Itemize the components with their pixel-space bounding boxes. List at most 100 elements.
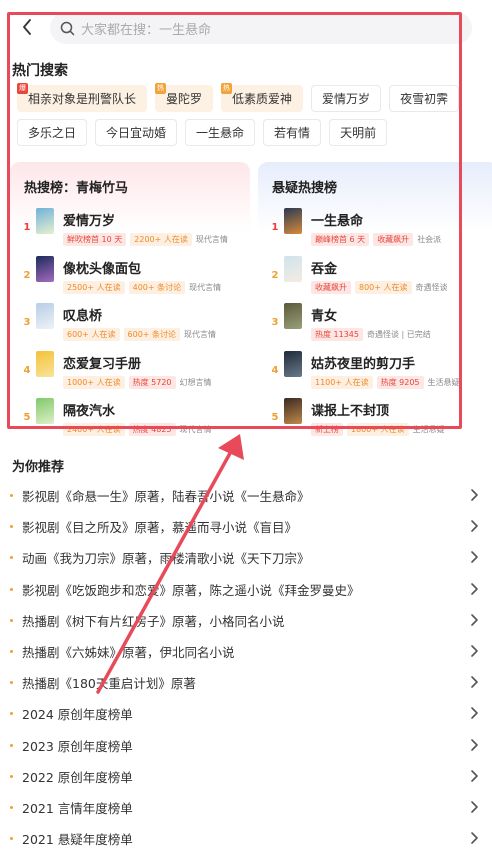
- bullet-icon: [10, 618, 13, 622]
- chevron-left-icon: [23, 19, 31, 35]
- recommend-list-item[interactable]: 动画《我为刀宗》原著，雨楼清歌小说《天下刀宗》: [0, 542, 492, 573]
- recommend-list-item[interactable]: 影视剧《吃饭跑步和恋爱》原著，陈之遥小说《拜金罗曼史》: [0, 574, 492, 605]
- hot-search-chip[interactable]: 夜雪初霁: [389, 85, 460, 112]
- book-stat-badge: 热度 5720: [128, 375, 176, 389]
- hot-search-chip[interactable]: 爱情万岁: [311, 85, 382, 112]
- rank-card-title: 热搜榜：青梅竹马: [24, 181, 129, 196]
- top-bar: 大家都在搜：一生悬命: [0, 0, 492, 56]
- back-button[interactable]: [16, 14, 38, 40]
- hot-search-chip[interactable]: 天明前: [329, 119, 388, 146]
- recommend-list-item[interactable]: 2024 原创年度榜单: [0, 698, 492, 729]
- rank-list-item[interactable]: 3 叹息桥 600+ 人在读 600+ 条讨论 现代言情: [10, 303, 250, 349]
- hot-search-chip[interactable]: 多乐之日: [17, 119, 88, 146]
- book-cover-image: [36, 208, 54, 234]
- book-title: 吞金: [311, 261, 338, 277]
- recommend-item-label: 影视剧《命悬一生》原著，陆春吾小说《一生悬命》: [22, 489, 310, 505]
- recommend-item-label: 2023 原创年度榜单: [22, 738, 133, 754]
- bullet-icon: [10, 774, 13, 778]
- book-cover-image: [284, 350, 302, 377]
- book-genre: 现代言情: [189, 282, 222, 292]
- chevron-right-icon: [471, 832, 478, 844]
- book-title: 姑苏夜里的剪刀手: [311, 356, 416, 372]
- rank-list-item[interactable]: 4 恋爱复习手册 1000+ 人在读 热度 5720 幻想言情: [10, 350, 250, 397]
- book-genre: 现代言情: [184, 330, 217, 339]
- bullet-icon: [10, 494, 13, 497]
- search-icon: [60, 21, 75, 35]
- book-cover-image: [36, 303, 54, 329]
- hot-search-chip[interactable]: 若有情: [263, 119, 322, 146]
- recommend-list-item[interactable]: 影视剧《命悬一生》原著，陆春吾小说《一生悬命》: [0, 480, 492, 511]
- recommend-item-label: 热播剧《六姊妹》原著，伊北同名小说: [22, 645, 235, 661]
- recommend-list-item[interactable]: 2021 言情年度榜单: [0, 792, 492, 823]
- book-stat-badge: 鲜吹榜首 10 天: [63, 233, 127, 246]
- hot-badge-icon: 爆: [17, 83, 28, 94]
- recommend-list-item[interactable]: 2022 原创年度榜单: [0, 761, 492, 792]
- recommend-list-item[interactable]: 2023 原创年度榜单: [0, 730, 492, 761]
- book-meta: 1000+ 人在读 热度 5720 幻想言情: [63, 375, 212, 389]
- search-placeholder: 大家都在搜：一生悬命: [81, 22, 212, 38]
- book-meta: 巅峰榜首 6 天收藏飙升 社会派: [311, 233, 441, 246]
- rank-card-romance[interactable]: 热搜榜：青梅竹马 1 爱情万岁 鲜吹榜首 10 天 2200+ 人在读 现代言情 2 像枕头…: [10, 162, 250, 437]
- hot-search-chip[interactable]: 热曼陀罗: [155, 83, 214, 112]
- rank-list-item[interactable]: 1 爱情万岁 鲜吹榜首 10 天 2200+ 人在读 现代言情: [10, 208, 250, 254]
- hot-search-chip-label: 若有情: [274, 126, 311, 140]
- recommend-item-label: 2022 原创年度榜单: [22, 769, 133, 785]
- recommend-item-label: 影视剧《吃饭跑步和恋爱》原著，陈之遥小说《拜金罗曼史》: [22, 582, 360, 598]
- chevron-right-icon: [471, 582, 478, 595]
- hot-search-chip-label: 曼陀罗: [166, 92, 203, 106]
- book-stat-badge: 2200+ 人在读: [130, 233, 192, 246]
- hot-search-title: 热门搜索: [12, 63, 68, 79]
- book-stat-badge: 热度 11345: [311, 328, 363, 341]
- rank-list-item[interactable]: 2 吞金 收藏飙升 800+ 人在读 奇遇怪谈: [258, 255, 492, 302]
- book-title: 爱情万岁: [63, 214, 116, 229]
- book-meta: 1100+ 人在读 热度 9205 生活悬疑: [311, 375, 460, 389]
- hot-search-chip[interactable]: 爆相亲对象是刑警队长: [17, 83, 148, 112]
- book-title: 一生悬命: [311, 214, 364, 229]
- rank-list-item[interactable]: 1 一生悬命 巅峰榜首 6 天收藏飙升 社会派: [258, 208, 492, 254]
- book-meta: 600+ 人在读 600+ 条讨论 现代言情: [63, 328, 216, 341]
- bullet-icon: [10, 837, 13, 841]
- recommend-list-item[interactable]: 热播剧《180天重启计划》原著: [0, 667, 492, 698]
- rank-card-mystery[interactable]: 悬疑热搜榜 1 一生悬命 巅峰榜首 6 天收藏飙升 社会派 2 吞金 收藏飙升 800+ 人在…: [258, 162, 492, 437]
- hot-search-chip[interactable]: 一生悬命: [185, 119, 256, 146]
- recommend-item-label: 2021 言情年度榜单: [22, 800, 133, 816]
- hot-search-chip-label: 一生悬命: [196, 126, 245, 140]
- hot-search-chip[interactable]: 热低素质爱神: [221, 83, 304, 112]
- chevron-right-icon: [471, 738, 478, 751]
- rank-list-item[interactable]: 4 姑苏夜里的剪刀手 1100+ 人在读 热度 9205 生活悬疑: [258, 350, 492, 397]
- book-title: 叹息桥: [63, 309, 103, 324]
- rank-list-item[interactable]: 5 隔夜汽水 2400+ 人在读 热度 4825 现代言情: [10, 398, 250, 437]
- rank-list-item[interactable]: 5 谍报上不封顶 新上榜 1800+ 人在读 生活悬疑: [258, 398, 492, 437]
- recommend-item-label: 动画《我为刀宗》原著，雨楼清歌小说《天下刀宗》: [22, 551, 310, 567]
- trending-badge-icon: 热: [155, 83, 167, 94]
- recommend-list-item[interactable]: 热播剧《树下有片红房子》原著，小格同名小说: [0, 605, 492, 636]
- recommend-list-item[interactable]: 热播剧《六姊妹》原著，伊北同名小说: [0, 636, 492, 667]
- book-genre: 现代言情: [179, 425, 212, 434]
- recommend-list-item[interactable]: 影视剧《目之所及》原著，慕遥而寻小说《盲目》: [0, 511, 492, 542]
- rank-number: 1: [23, 222, 31, 233]
- chevron-right-icon: [471, 769, 478, 782]
- book-title: 谍报上不封顶: [311, 404, 390, 419]
- hot-search-chip-label: 今日宜动婚: [106, 126, 167, 140]
- book-title: 像枕头像面包: [63, 261, 142, 277]
- book-stat-badge: 800+ 人在读: [355, 280, 412, 294]
- chevron-right-icon: [471, 676, 478, 688]
- bullet-icon: [10, 712, 13, 716]
- recommend-list-item[interactable]: 2021 悬疑年度榜单: [0, 823, 492, 853]
- book-stat-badge: 收藏飙升: [311, 280, 351, 294]
- book-genre: 社会派: [417, 235, 442, 244]
- book-meta: 热度 11345 奇遇怪谈 | 已完结: [311, 328, 431, 341]
- chevron-right-icon: [471, 489, 478, 501]
- hot-search-chip[interactable]: 今日宜动婚: [95, 119, 178, 146]
- bullet-icon: [10, 556, 13, 560]
- recommend-item-label: 2021 悬疑年度榜单: [22, 832, 133, 848]
- rank-list-item[interactable]: 3 青女 热度 11345 奇遇怪谈 | 已完结: [258, 303, 492, 349]
- trending-badge-icon: 热: [221, 83, 233, 94]
- rank-list-item[interactable]: 2 像枕头像面包 2500+ 人在读 400+ 条讨论 现代言情: [10, 255, 250, 302]
- book-stat-badge: 2500+ 人在读: [63, 280, 125, 294]
- search-input[interactable]: 大家都在搜：一生悬命: [50, 12, 472, 44]
- bullet-icon: [10, 681, 13, 685]
- hot-search-chip-label: 天明前: [340, 126, 377, 140]
- book-meta: 2400+ 人在读 热度 4825 现代言情: [63, 423, 212, 436]
- recommend-item-label: 2024 原创年度榜单: [22, 707, 133, 723]
